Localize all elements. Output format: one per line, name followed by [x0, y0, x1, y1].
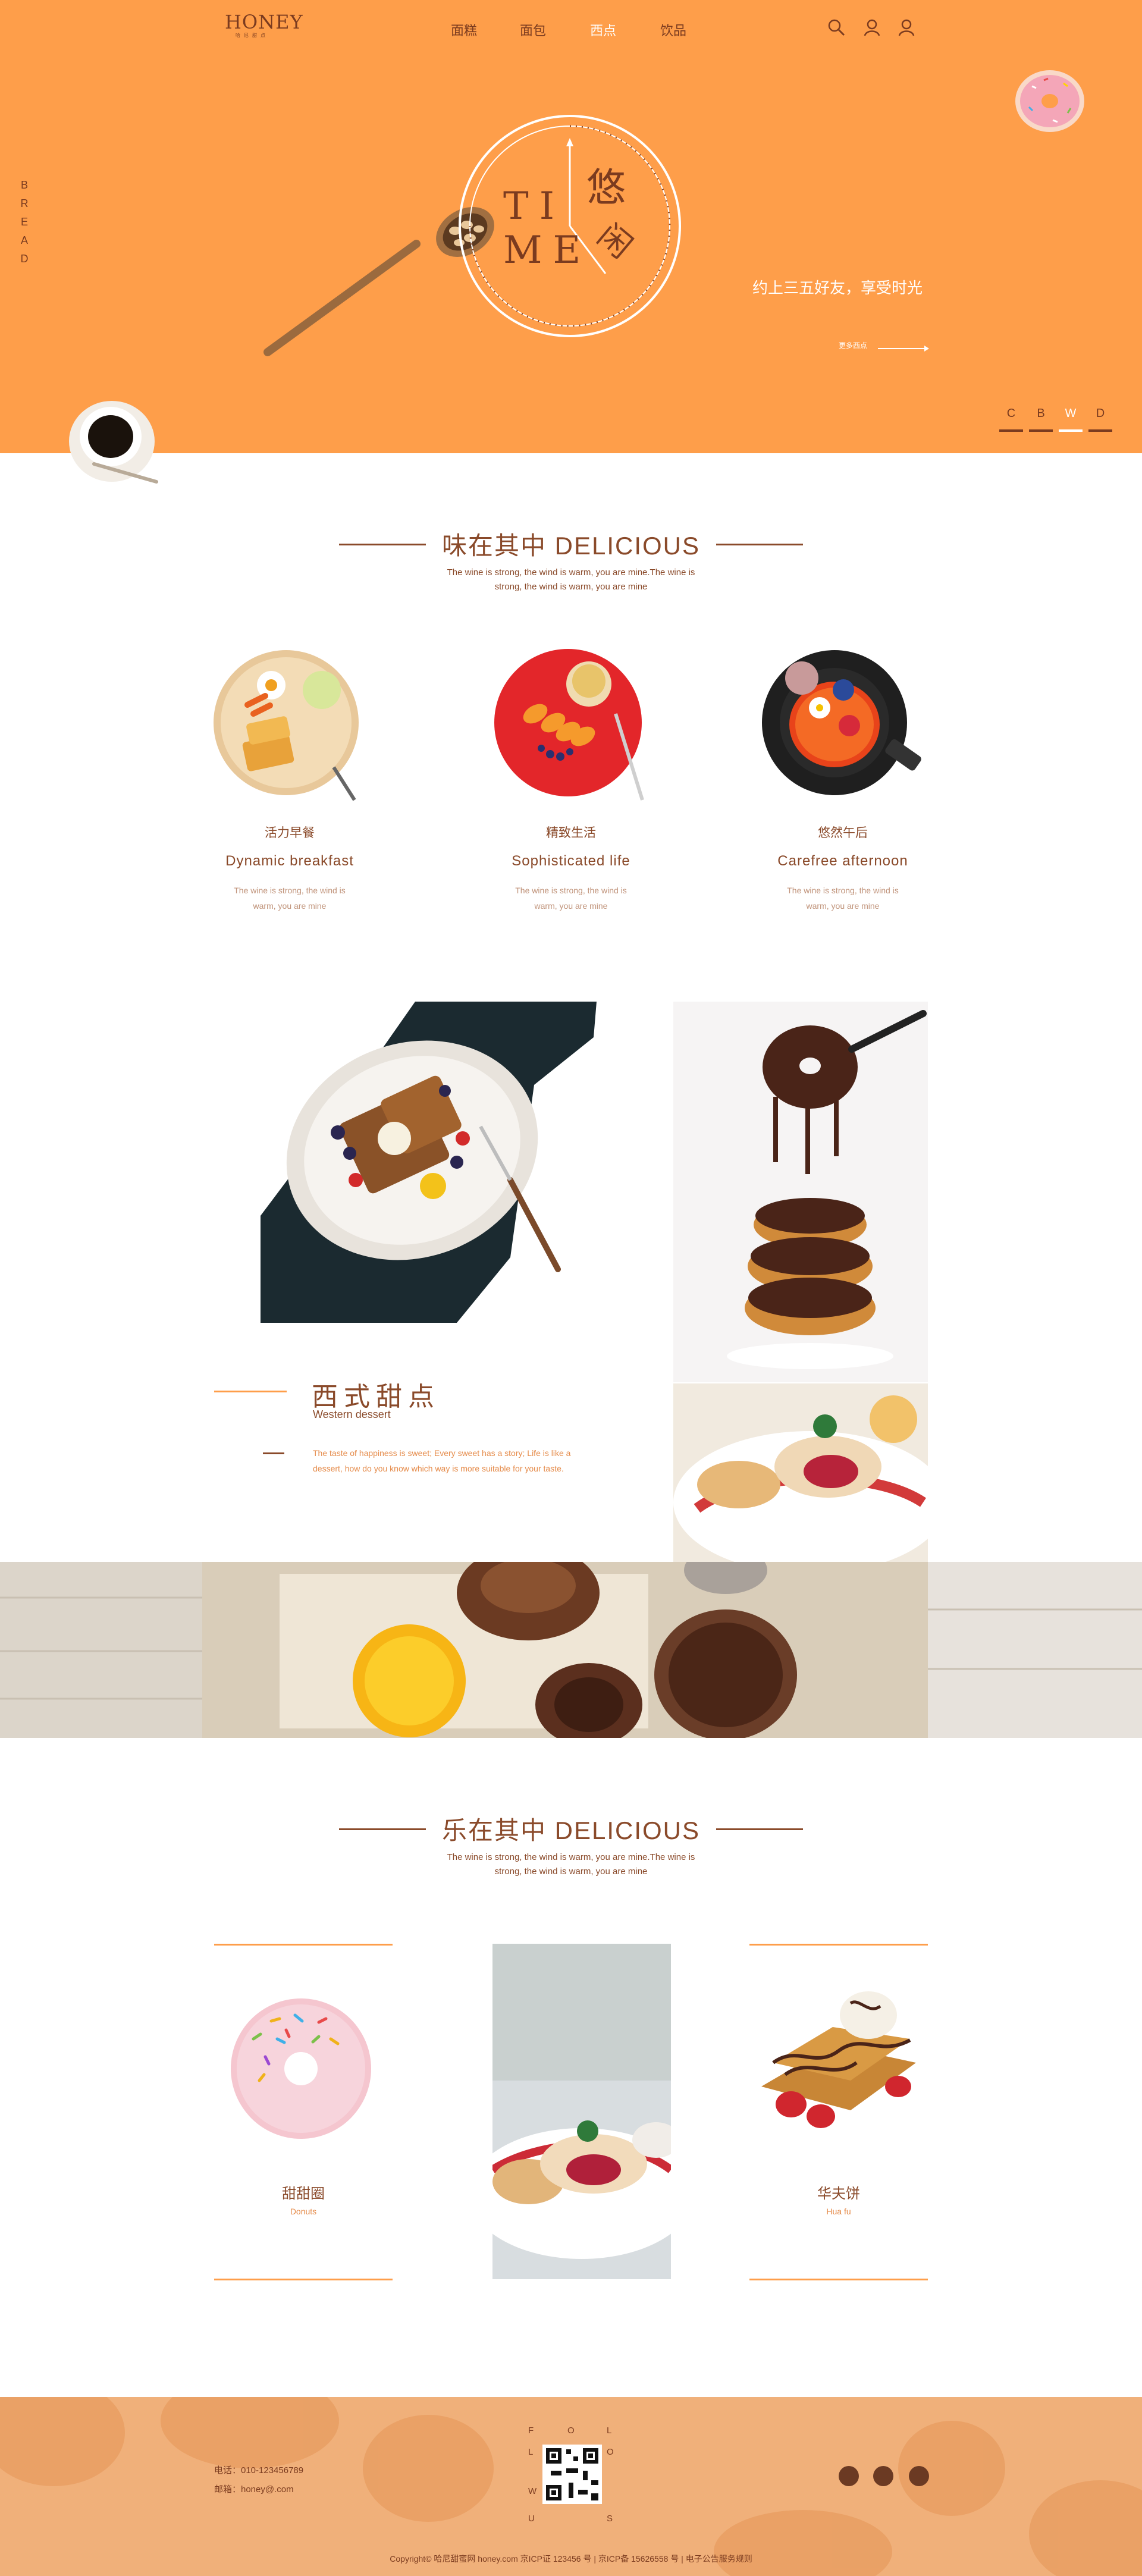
- feature-title-zh: 活力早餐: [265, 826, 315, 840]
- side-letter: B: [20, 179, 28, 191]
- side-letter: E: [20, 216, 28, 228]
- nav-item-dessert[interactable]: 西点: [590, 20, 616, 39]
- follow-letter: U: [528, 2514, 535, 2524]
- slide-dot[interactable]: D: [1088, 407, 1112, 432]
- logo-name: HONEY: [225, 11, 303, 33]
- coffee-cup-image: [69, 401, 158, 484]
- breakfast-image[interactable]: [212, 648, 366, 803]
- nav-item-drinks[interactable]: 饮品: [660, 20, 686, 39]
- dessert-title: 西式甜点: [312, 1382, 440, 1411]
- feature-card-breakfast[interactable]: 活力早餐 Dynamic breakfast The wine is stron…: [192, 823, 388, 914]
- more-arrow[interactable]: [878, 346, 929, 352]
- footer-email[interactable]: 邮箱：honey@.com: [214, 2483, 294, 2495]
- follow-letter: F: [528, 2426, 534, 2436]
- hero-slogan: 约上三五好友，享受时光: [752, 279, 923, 297]
- feature-title-en: Dynamic breakfast: [225, 853, 354, 869]
- follow-letter: L: [607, 2426, 612, 2436]
- feature-desc: The wine is strong, the wind is warm, yo…: [234, 886, 346, 911]
- pancake-photo-card[interactable]: [492, 1944, 671, 2279]
- dessert-banner-image: [0, 1562, 1142, 1738]
- qq-icon[interactable]: [873, 2466, 893, 2486]
- feature-title-en: Sophisticated life: [512, 853, 630, 869]
- section-subtitle: The wine is strong, the wind is warm, yo…: [447, 1852, 695, 1877]
- slide-dot-label: D: [1096, 407, 1105, 420]
- footer-phone: 电话：010-123456789: [214, 2465, 304, 2475]
- account-icon[interactable]: [897, 18, 916, 37]
- nav-item-bread[interactable]: 面包: [520, 20, 546, 39]
- card-title-zh: 华夫饼: [817, 2186, 860, 2202]
- feature-desc: The wine is strong, the wind is warm, yo…: [787, 886, 899, 911]
- feature-card-afternoon[interactable]: 悠然午后 Carefree afternoon The wine is stro…: [745, 823, 941, 914]
- weibo-icon[interactable]: [839, 2466, 859, 2486]
- section-heading-2: 乐在其中 DELICIOUS The wine is strong, the w…: [0, 1811, 1142, 1879]
- slide-dot[interactable]: B: [1029, 407, 1053, 432]
- user-icon[interactable]: [862, 18, 881, 37]
- card-title-zh: 甜甜圈: [282, 2186, 325, 2202]
- fruit-plate-image[interactable]: [494, 648, 654, 809]
- dessert-short-line: [263, 1452, 284, 1454]
- heading-line-left: [339, 1828, 426, 1830]
- follow-letter: O: [567, 2426, 575, 2436]
- dessert-subtitle: Western dessert: [313, 1408, 391, 1420]
- heading-line-left: [339, 544, 426, 545]
- follow-letter: W: [528, 2486, 537, 2496]
- feature-title-en: Carefree afternoon: [777, 853, 908, 869]
- product-card-donuts[interactable]: 甜甜圈 Donuts: [214, 1944, 393, 2280]
- side-letter: R: [20, 197, 29, 209]
- clock-char-1: 悠: [586, 165, 626, 209]
- logo[interactable]: HONEY 哈尼甜点: [225, 11, 308, 43]
- afternoon-cake-image[interactable]: [760, 648, 927, 815]
- feature-title-zh: 悠然午后: [818, 826, 868, 840]
- hero-banner: HONEY 哈尼甜点 面糕 面包 西点 饮品 B R E A D TI ME 悠…: [0, 0, 1142, 453]
- follow-letter: S: [607, 2514, 613, 2524]
- pancake-plate-image[interactable]: [673, 1383, 928, 1562]
- heading-line-right: [716, 1828, 803, 1830]
- feature-title-zh: 精致生活: [546, 826, 596, 840]
- side-letter: D: [20, 253, 29, 265]
- card-bottom-line: [214, 2279, 393, 2280]
- footer: 电话：010-123456789 邮箱：honey@.com F O L L O…: [0, 2397, 1142, 2576]
- follow-letter: L: [528, 2447, 534, 2457]
- copyright: Copyright© 哈尼甜蜜网 honey.com 京ICP证 123456 …: [390, 2554, 752, 2564]
- dessert-accent-line: [214, 1391, 287, 1392]
- page: HONEY 哈尼甜点 面糕 面包 西点 饮品 B R E A D TI ME 悠…: [0, 0, 1142, 2576]
- feature-card-life[interactable]: 精致生活 Sophisticated life The wine is stro…: [473, 823, 669, 914]
- section-title: 乐在其中 DELICIOUS: [441, 1816, 701, 1844]
- slide-dot[interactable]: C: [999, 407, 1023, 432]
- nav-item-cake[interactable]: 面糕: [451, 20, 477, 39]
- slide-dot-label: C: [1006, 407, 1016, 420]
- dessert-text: The taste of happiness is sweet; Every s…: [313, 1448, 571, 1473]
- card-title-en: Hua fu: [826, 2207, 851, 2216]
- slide-dot[interactable]: W: [1059, 407, 1083, 432]
- donut-image: [231, 1998, 371, 2139]
- more-link[interactable]: 更多西点: [839, 340, 867, 350]
- time-word: TI ME: [503, 184, 591, 272]
- feature-desc: The wine is strong, the wind is warm, yo…: [515, 886, 627, 911]
- waffle-plate-image[interactable]: [261, 1002, 600, 1323]
- qr-code-icon[interactable]: [542, 2445, 602, 2504]
- follow-letter: O: [607, 2447, 614, 2457]
- section-subtitle: The wine is strong, the wind is warm, yo…: [447, 567, 695, 592]
- slide-dot-label: B: [1037, 407, 1045, 420]
- card-bottom-line: [749, 2279, 928, 2280]
- slide-dot-label: W: [1065, 407, 1077, 420]
- time-line: TI: [503, 184, 565, 228]
- side-letter: A: [20, 234, 28, 246]
- search-icon[interactable]: [827, 18, 846, 37]
- heading-line-right: [716, 544, 803, 545]
- time-line: ME: [503, 228, 592, 272]
- card-top-line: [749, 1944, 928, 1946]
- donut-decoration: [1015, 70, 1084, 132]
- section-title: 味在其中 DELICIOUS: [441, 532, 701, 560]
- donut-stack-image[interactable]: [673, 1002, 928, 1382]
- card-title-en: Donuts: [290, 2207, 317, 2216]
- card-top-line: [214, 1944, 393, 1946]
- side-word-bread: B R E A D: [20, 176, 29, 268]
- section-heading-1: 味在其中 DELICIOUS The wine is strong, the w…: [0, 526, 1142, 594]
- waffle-image: [761, 1991, 916, 2128]
- wechat-icon[interactable]: [909, 2466, 929, 2486]
- product-card-waffle[interactable]: 华夫饼 Hua fu: [749, 1944, 928, 2280]
